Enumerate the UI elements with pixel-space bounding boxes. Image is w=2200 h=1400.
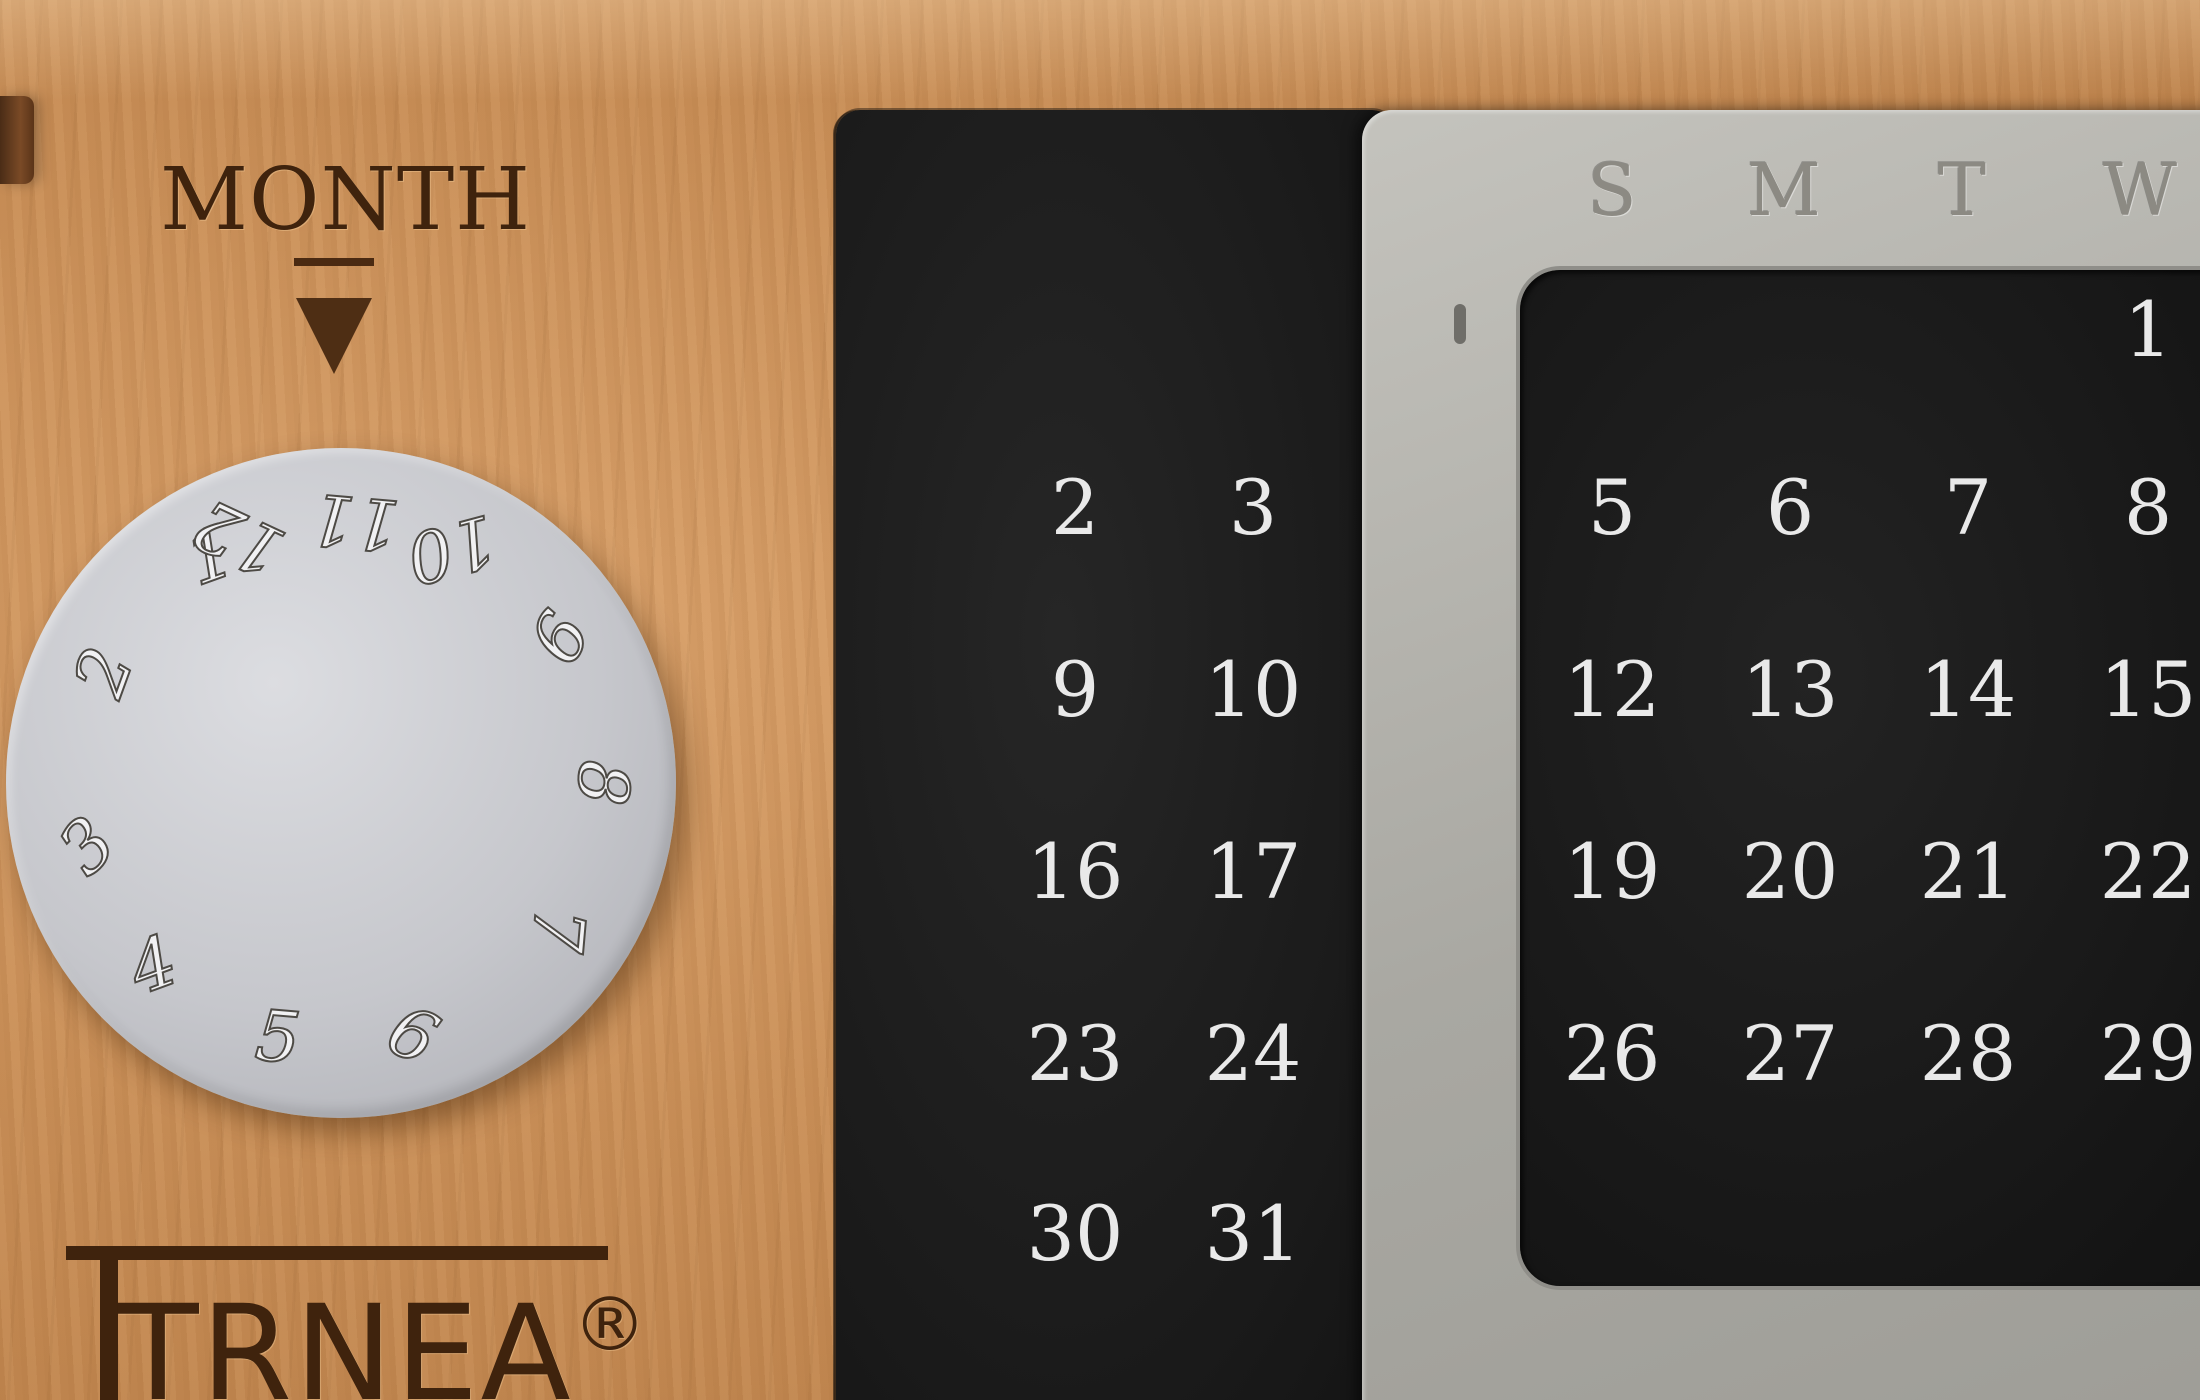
logo-stem <box>100 1246 118 1400</box>
date-number: 9 <box>1050 645 1100 734</box>
dial-number: 2 <box>56 636 150 708</box>
dial-number: 6 <box>375 987 452 1082</box>
dial-number: 7 <box>514 903 602 957</box>
date-number: 5 <box>1587 463 1637 552</box>
brand-name: TRNEA® <box>118 1288 649 1400</box>
wood-top-edge <box>0 0 2200 100</box>
date-number: 26 <box>1563 1009 1661 1098</box>
date-number: 8 <box>2123 463 2173 552</box>
dial-number: 5 <box>251 993 305 1081</box>
logo-bar <box>66 1246 608 1260</box>
calendar-photo: MONTH 1 2 3 4 5 6 7 8 9 10 11 12 TRNEA® SMTW 2 3 9 10 1… <box>0 0 2200 1400</box>
dial-number: 10 <box>397 497 506 601</box>
date-panel-right[interactable] <box>1520 270 2200 1286</box>
weekday-label: W <box>2102 148 2177 232</box>
frame-mark <box>1454 304 1466 344</box>
date-number: 24 <box>1204 1009 1302 1098</box>
date-number: 19 <box>1563 827 1661 916</box>
date-number: 20 <box>1741 827 1839 916</box>
date-number: 28 <box>1919 1009 2017 1098</box>
date-number: 14 <box>1919 645 2017 734</box>
date-number: 22 <box>2099 827 2197 916</box>
date-number: 29 <box>2099 1009 2197 1098</box>
date-number: 23 <box>1026 1009 1124 1098</box>
date-number: 31 <box>1204 1189 1302 1278</box>
date-number: 2 <box>1050 463 1100 552</box>
date-number: 3 <box>1228 463 1278 552</box>
month-label: MONTH <box>160 150 532 250</box>
dial-number: 4 <box>117 918 189 1012</box>
date-number: 17 <box>1204 827 1302 916</box>
date-number: 15 <box>2099 645 2197 734</box>
weekday-label: T <box>1937 148 1987 232</box>
date-number: 13 <box>1741 645 1839 734</box>
dial-number: 8 <box>559 756 647 810</box>
dial-number: 3 <box>41 801 132 892</box>
date-number: 6 <box>1765 463 1815 552</box>
date-number: 1 <box>2123 285 2173 374</box>
date-number: 21 <box>1919 827 2017 916</box>
brand-name-text: TRNEA <box>118 1277 573 1400</box>
weekday-label: S <box>1587 148 1637 232</box>
date-number: 16 <box>1026 827 1124 916</box>
wooden-peg <box>0 96 34 184</box>
dial-number: 11 <box>306 476 404 567</box>
date-number: 30 <box>1026 1189 1124 1278</box>
dial-number: 9 <box>511 596 606 678</box>
date-number: 12 <box>1563 645 1661 734</box>
registered-mark: ® <box>572 1282 649 1368</box>
weekday-label: M <box>1747 148 1821 232</box>
month-dial[interactable]: 1 2 3 4 5 6 7 8 9 10 11 12 <box>6 448 676 1118</box>
date-number: 10 <box>1204 645 1302 734</box>
date-number: 27 <box>1741 1009 1839 1098</box>
date-number: 7 <box>1943 463 1993 552</box>
month-underline <box>294 258 374 266</box>
month-pointer-arrow-icon <box>296 298 372 374</box>
